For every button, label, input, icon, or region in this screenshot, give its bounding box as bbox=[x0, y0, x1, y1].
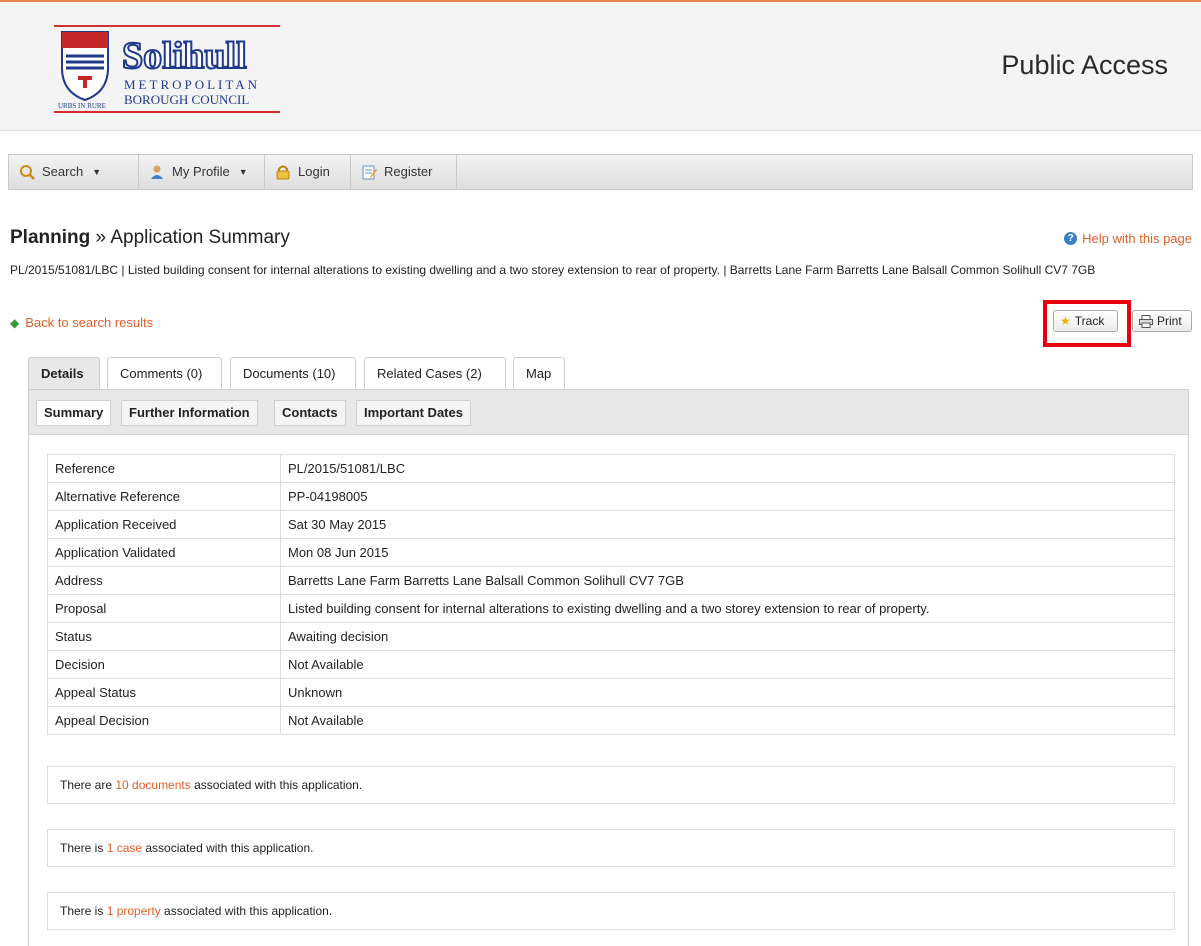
summary-table: Reference PL/2015/51081/LBC Alternative R… bbox=[47, 454, 1175, 735]
info-text: associated with this application. bbox=[160, 904, 333, 918]
row-value: Not Available bbox=[280, 706, 1175, 735]
track-label: Track bbox=[1074, 314, 1105, 328]
row-label: Application Validated bbox=[47, 538, 281, 567]
nav-register[interactable]: Register bbox=[351, 155, 457, 189]
row-label: Alternative Reference bbox=[47, 482, 281, 511]
tab-details[interactable]: Details bbox=[28, 357, 100, 389]
row-label: Reference bbox=[47, 454, 281, 483]
subtab-further-information[interactable]: Further Information bbox=[121, 400, 258, 426]
print-label: Print bbox=[1157, 314, 1182, 328]
row-value: Listed building consent for internal alt… bbox=[280, 594, 1175, 623]
nav-my-profile[interactable]: My Profile ▼ bbox=[139, 155, 265, 189]
print-button[interactable]: Print bbox=[1132, 310, 1192, 332]
row-label: Address bbox=[47, 566, 281, 595]
svg-text:BOROUGH COUNCIL: BOROUGH COUNCIL bbox=[124, 92, 249, 107]
tab-documents[interactable]: Documents (10) bbox=[230, 357, 356, 389]
row-value: Sat 30 May 2015 bbox=[280, 510, 1175, 539]
back-label: Back to search results bbox=[25, 315, 154, 330]
info-text: There is bbox=[60, 841, 107, 855]
subtab-summary[interactable]: Summary bbox=[36, 400, 112, 426]
tab-related-cases[interactable]: Related Cases (2) bbox=[364, 357, 506, 389]
logo-graphic: Solihull METROPOLITAN BOROUGH COUNCIL UR… bbox=[54, 25, 280, 113]
table-row: Decision Not Available bbox=[47, 650, 1175, 679]
info-text: associated with this application. bbox=[190, 778, 363, 792]
row-value: Barretts Lane Farm Barretts Lane Balsall… bbox=[280, 566, 1175, 595]
subtab-contacts[interactable]: Contacts bbox=[274, 400, 346, 426]
row-value: Unknown bbox=[280, 678, 1175, 707]
table-row: Alternative Reference PP-04198005 bbox=[47, 482, 1175, 511]
help-icon: ? bbox=[1064, 232, 1078, 245]
chevron-down-icon: ▼ bbox=[92, 167, 102, 177]
row-label: Appeal Decision bbox=[47, 706, 281, 735]
council-logo[interactable]: Solihull METROPOLITAN BOROUGH COUNCIL UR… bbox=[48, 22, 288, 116]
table-row: Status Awaiting decision bbox=[47, 622, 1175, 651]
register-icon bbox=[362, 165, 377, 180]
row-label: Application Received bbox=[47, 510, 281, 539]
help-link[interactable]: ? Help with this page bbox=[1064, 231, 1192, 246]
row-value: Mon 08 Jun 2015 bbox=[280, 538, 1175, 567]
site-header: Solihull METROPOLITAN BOROUGH COUNCIL UR… bbox=[0, 2, 1201, 131]
info-text: associated with this application. bbox=[142, 841, 314, 855]
row-label: Decision bbox=[47, 650, 281, 679]
nav-search[interactable]: Search ▼ bbox=[9, 155, 139, 189]
page-title: Planning » Application Summary bbox=[10, 227, 290, 249]
nav-search-label: Search bbox=[42, 164, 84, 179]
svg-text:METROPOLITAN: METROPOLITAN bbox=[124, 77, 260, 92]
user-icon bbox=[151, 165, 163, 179]
info-text: There is bbox=[60, 904, 107, 918]
title-separator: » bbox=[95, 227, 107, 248]
help-label: Help with this page bbox=[1082, 231, 1192, 246]
cases-info: There is 1 case associated with this app… bbox=[47, 829, 1175, 867]
info-text: There are bbox=[60, 778, 116, 792]
row-value: Not Available bbox=[280, 650, 1175, 679]
svg-text:URBS IN RURE: URBS IN RURE bbox=[58, 102, 106, 110]
title-section: Planning bbox=[10, 227, 91, 248]
documents-link[interactable]: 10 documents bbox=[115, 778, 190, 792]
tab-comments[interactable]: Comments (0) bbox=[107, 357, 222, 389]
table-row: Application Received Sat 30 May 2015 bbox=[47, 510, 1175, 539]
star-icon: ★ bbox=[1060, 314, 1071, 328]
nav-register-label: Register bbox=[384, 164, 433, 179]
table-row: Reference PL/2015/51081/LBC bbox=[47, 454, 1175, 483]
site-title: Public Access bbox=[1001, 50, 1168, 80]
nav-login-label: Login bbox=[298, 164, 330, 179]
printer-icon bbox=[1139, 314, 1153, 328]
nav-login[interactable]: Login bbox=[265, 155, 351, 189]
row-label: Appeal Status bbox=[47, 678, 281, 707]
main-nav: Search ▼ My Profile ▼ Login Register bbox=[8, 154, 1193, 190]
row-value: PL/2015/51081/LBC bbox=[280, 454, 1175, 483]
row-label: Proposal bbox=[47, 594, 281, 623]
subtab-bar: Summary Further Information Contacts Imp… bbox=[28, 389, 1189, 435]
lock-icon bbox=[276, 165, 290, 180]
documents-info: There are 10 documents associated with t… bbox=[47, 766, 1175, 804]
table-row: Address Barretts Lane Farm Barretts Lane … bbox=[47, 566, 1175, 595]
chevron-down-icon: ▼ bbox=[238, 167, 248, 177]
table-row: Application Validated Mon 08 Jun 2015 bbox=[47, 538, 1175, 567]
title-page: Application Summary bbox=[110, 227, 290, 248]
row-label: Status bbox=[47, 622, 281, 651]
properties-info: There is 1 property associated with this… bbox=[47, 892, 1175, 930]
application-description: PL/2015/51081/LBC | Listed building cons… bbox=[10, 263, 1096, 277]
table-row: Appeal Decision Not Available bbox=[47, 706, 1175, 735]
table-row: Appeal Status Unknown bbox=[47, 678, 1175, 707]
back-to-results-link[interactable]: ◆ Back to search results bbox=[10, 315, 153, 330]
track-button[interactable]: ★ Track bbox=[1053, 310, 1118, 332]
row-value: Awaiting decision bbox=[280, 622, 1175, 651]
nav-my-profile-label: My Profile bbox=[172, 164, 230, 179]
properties-link[interactable]: 1 property bbox=[107, 904, 161, 918]
search-icon bbox=[20, 165, 35, 180]
row-value: PP-04198005 bbox=[280, 482, 1175, 511]
cases-link[interactable]: 1 case bbox=[107, 841, 142, 855]
tab-map[interactable]: Map bbox=[513, 357, 565, 389]
table-row: Proposal Listed building consent for inte… bbox=[47, 594, 1175, 623]
svg-text:Solihull: Solihull bbox=[122, 35, 247, 77]
arrow-left-icon: ◆ bbox=[10, 315, 20, 330]
subtab-important-dates[interactable]: Important Dates bbox=[356, 400, 471, 426]
